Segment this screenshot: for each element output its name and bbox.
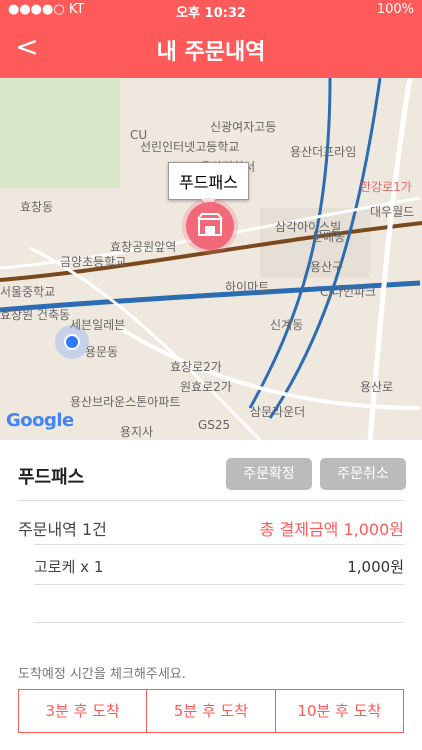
nav-bar: < 내 주문내역	[0, 20, 422, 78]
map-label: 용지사	[120, 425, 154, 439]
cancel-order-button[interactable]: 주문취소	[320, 458, 406, 490]
map-label: 효창로2가	[170, 360, 222, 374]
divider	[18, 500, 404, 501]
arrival-hint: 도착예정 시간을 체크해주세요.	[18, 667, 186, 682]
store-icon	[197, 213, 223, 236]
divider	[34, 544, 404, 545]
map-label: 문배동	[312, 230, 346, 244]
map-label: 한강로1가	[360, 180, 412, 194]
status-time: 오후 10:32	[176, 6, 246, 21]
map-label: 대우월드	[370, 205, 415, 219]
map-label: 금양초등학교	[60, 255, 127, 269]
map-label: 효창원 건축동	[0, 308, 71, 322]
status-bar: ●●●●○ KT 오후 10:32 100%	[0, 0, 422, 21]
arrival-3min-button[interactable]: 3분 후 도착	[19, 690, 148, 732]
page-title: 내 주문내역	[156, 40, 266, 65]
map-label: 삼문라운더	[250, 405, 306, 419]
arrival-5min-button[interactable]: 5분 후 도착	[147, 690, 276, 732]
arrival-10min-button[interactable]: 10분 후 도착	[276, 690, 403, 732]
map-label: 신광여자고등	[210, 120, 277, 134]
map-label: 용문동	[85, 345, 119, 359]
map-label: CU	[130, 128, 148, 142]
store-callout[interactable]: 푸드패스	[168, 162, 249, 200]
map-label: CJ나인파크	[320, 285, 377, 299]
order-count: 주문내역 1건	[18, 520, 107, 539]
map-label: 효창동	[20, 200, 54, 214]
map-label: 하이마트	[225, 280, 270, 294]
divider	[34, 584, 404, 585]
google-attribution: Google	[6, 410, 74, 431]
store-callout-label: 푸드패스	[179, 173, 238, 192]
map-label: 신계동	[270, 318, 304, 332]
order-item-name: 고로케 x 1	[34, 558, 104, 576]
arrival-time-options: 3분 후 도착 5분 후 도착 10분 후 도착	[18, 689, 404, 733]
order-item-price: 1,000원	[347, 558, 404, 576]
shop-name: 푸드패스	[18, 467, 85, 488]
divider	[34, 622, 404, 623]
map-view[interactable]: 신광여자고등 선린인터넷고등학교 용산경찰서 용산더프라임 효창동 삼각아이스빌…	[0, 78, 422, 440]
map-label: 용산구	[310, 260, 344, 274]
map-label: 용산더프라임	[290, 145, 357, 159]
map-label: 선린인터넷고등학교	[140, 140, 240, 154]
map-label: 용산로	[360, 380, 394, 394]
store-pin[interactable]	[186, 202, 234, 250]
map-label: 효창공원앞역	[110, 240, 177, 254]
map-label: 용산브라운스톤아파트	[70, 395, 181, 409]
map-label: 서울중학교	[0, 285, 56, 299]
map-label: 원효로2가	[180, 380, 232, 394]
total-amount: 총 결제금액 1,000원	[259, 520, 404, 539]
my-location-dot	[64, 334, 80, 350]
map-label: GS25	[198, 418, 231, 432]
confirm-order-button[interactable]: 주문확정	[226, 458, 312, 490]
battery-level: 100%	[376, 2, 414, 17]
